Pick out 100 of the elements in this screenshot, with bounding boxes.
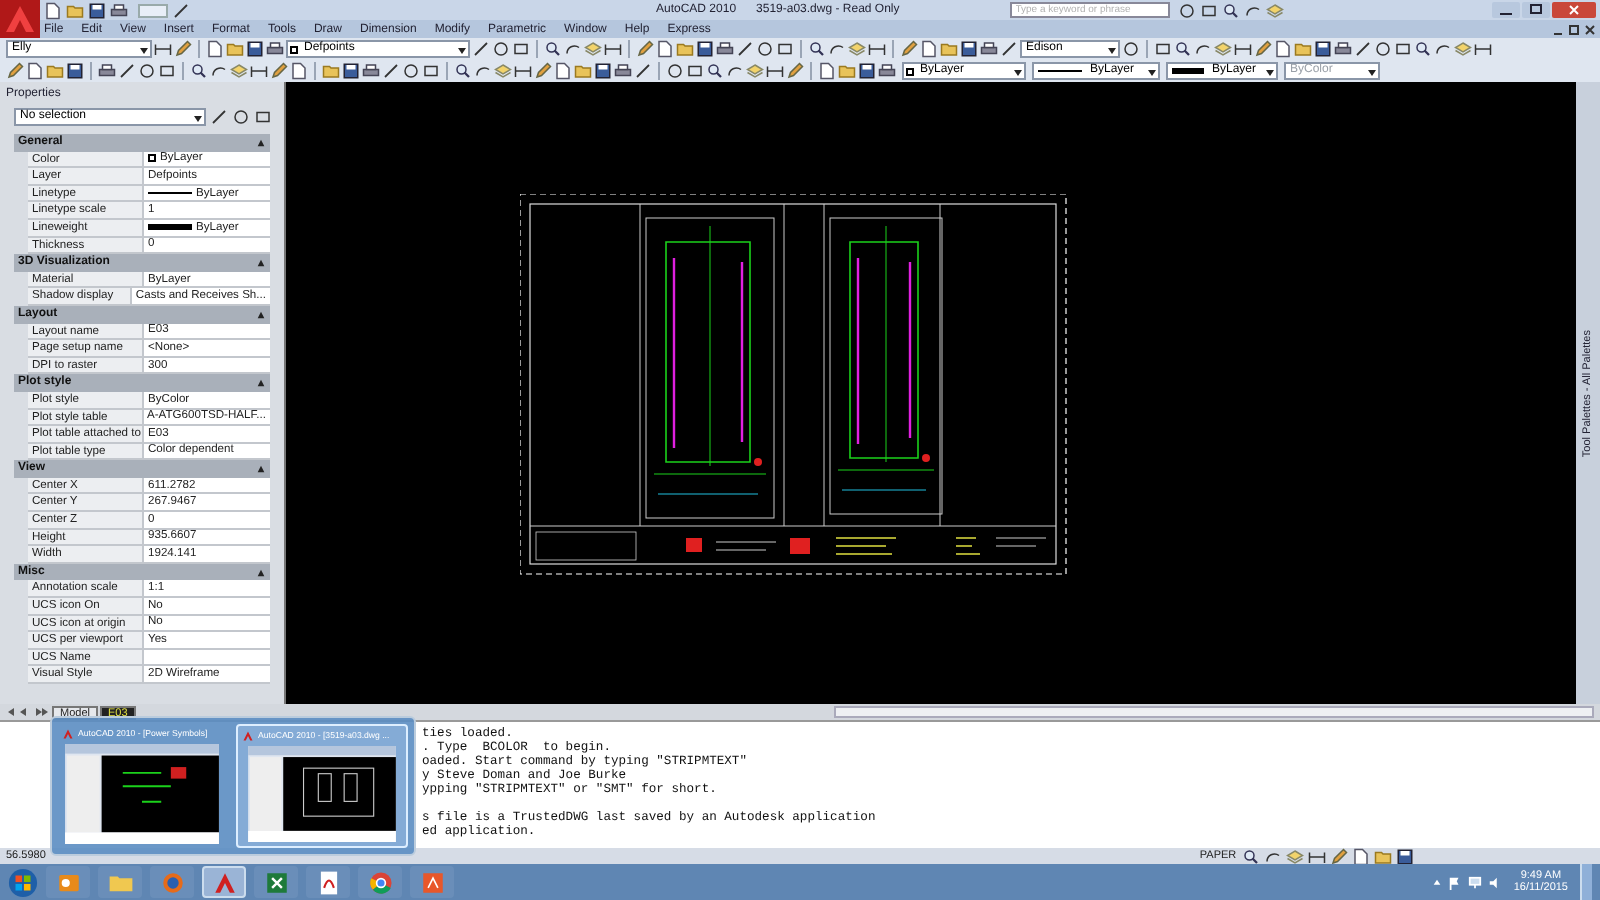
layers-icon[interactable] — [1286, 847, 1305, 865]
document-icon[interactable] — [315, 869, 341, 895]
printer-icon[interactable] — [614, 62, 632, 80]
magnifier-icon[interactable] — [1242, 847, 1261, 865]
magnifier-icon[interactable] — [808, 40, 826, 58]
line-icon[interactable] — [1354, 40, 1372, 58]
rectangle-icon[interactable] — [512, 40, 530, 58]
rectangle-icon[interactable] — [254, 108, 272, 126]
network-icon[interactable] — [1467, 875, 1482, 889]
printer-icon[interactable] — [980, 40, 998, 58]
magnifier-icon[interactable] — [454, 62, 472, 80]
mail-icon[interactable] — [55, 869, 81, 895]
printer-icon[interactable] — [878, 62, 896, 80]
magnifier-icon[interactable] — [190, 62, 208, 80]
dimension-icon[interactable] — [154, 40, 172, 58]
dimension-icon[interactable] — [1474, 40, 1492, 58]
magnifier-icon[interactable] — [1414, 40, 1432, 58]
caret-icon — [256, 137, 266, 148]
caret-icon[interactable] — [1431, 877, 1442, 887]
arc-icon[interactable] — [1264, 847, 1283, 865]
color-swatch — [290, 45, 298, 53]
tab-scroll-icon[interactable] — [6, 706, 50, 718]
rectangle-icon[interactable] — [1154, 40, 1172, 58]
circle-icon[interactable] — [756, 40, 774, 58]
rectangle-icon[interactable] — [422, 62, 440, 80]
start-button[interactable] — [8, 867, 38, 897]
rectangle-icon[interactable] — [776, 40, 794, 58]
printer-icon[interactable] — [98, 62, 116, 80]
dimension-icon[interactable] — [514, 62, 532, 80]
lineweight-sample — [1172, 68, 1204, 74]
rectangle-icon[interactable] — [158, 62, 176, 80]
dimension-icon[interactable] — [1234, 40, 1252, 58]
linetype-sample — [148, 192, 192, 195]
line-icon[interactable] — [1000, 40, 1018, 58]
caret-icon — [1146, 65, 1158, 77]
magnifier-icon[interactable] — [1221, 1, 1240, 19]
line-icon[interactable] — [736, 40, 754, 58]
line-icon[interactable] — [634, 62, 652, 80]
cad-app-icon — [242, 730, 254, 742]
printer-icon[interactable] — [1334, 40, 1352, 58]
circle-icon[interactable] — [1374, 40, 1392, 58]
arc-icon[interactable] — [726, 62, 744, 80]
minimize-button[interactable] — [1492, 2, 1520, 18]
dimension-icon[interactable] — [766, 62, 784, 80]
printer-icon[interactable] — [110, 1, 128, 19]
line-icon[interactable] — [172, 1, 190, 19]
magnifier-icon[interactable] — [1174, 40, 1192, 58]
dimension-icon[interactable] — [868, 40, 886, 58]
flag-icon[interactable] — [1447, 875, 1462, 889]
spreadsheet-icon[interactable] — [263, 869, 289, 895]
printer-icon[interactable] — [362, 62, 380, 80]
circle-icon[interactable] — [492, 40, 510, 58]
linetype-sample — [1038, 70, 1082, 72]
line-icon[interactable] — [472, 40, 490, 58]
dimension-icon[interactable] — [1308, 847, 1327, 865]
line-icon[interactable] — [118, 62, 136, 80]
arc-icon[interactable] — [474, 62, 492, 80]
arc-icon[interactable] — [210, 62, 228, 80]
dimension-icon[interactable] — [604, 40, 622, 58]
caret-icon — [138, 43, 150, 55]
printer-icon[interactable] — [266, 40, 284, 58]
circle-icon[interactable] — [402, 62, 420, 80]
rectangle-icon[interactable] — [686, 62, 704, 80]
close-button[interactable] — [1552, 2, 1596, 18]
horizontal-scrollbar[interactable] — [834, 706, 1594, 718]
circle-icon[interactable] — [232, 108, 250, 126]
printer-icon[interactable] — [716, 40, 734, 58]
maximize-button[interactable] — [1522, 2, 1550, 18]
magnifier-icon[interactable] — [544, 40, 562, 58]
caret-icon — [256, 257, 266, 268]
circle-icon[interactable] — [138, 62, 156, 80]
caret-icon — [456, 43, 468, 55]
rectangle-icon[interactable] — [1199, 1, 1218, 19]
arc-icon[interactable] — [1434, 40, 1452, 58]
circle-icon[interactable] — [1177, 1, 1196, 19]
caret-icon — [256, 378, 266, 389]
dimension-icon[interactable] — [250, 62, 268, 80]
arc-icon[interactable] — [1194, 40, 1212, 58]
line-icon[interactable] — [382, 62, 400, 80]
arc-icon[interactable] — [1243, 1, 1262, 19]
caret-icon — [256, 567, 266, 578]
line-icon[interactable] — [210, 108, 228, 126]
maximize-button[interactable] — [1568, 23, 1580, 35]
circle-icon[interactable] — [666, 62, 684, 80]
magnifier-icon[interactable] — [706, 62, 724, 80]
caret-icon — [192, 111, 204, 123]
window-thumbnail[interactable] — [62, 744, 222, 844]
lineweight-sample — [148, 224, 192, 231]
cad-app-icon[interactable] — [211, 869, 237, 895]
arc-icon[interactable] — [828, 40, 846, 58]
caret-icon — [1106, 43, 1118, 55]
arc-icon[interactable] — [564, 40, 582, 58]
window-thumbnail[interactable] — [242, 746, 402, 842]
caret-icon — [1264, 65, 1276, 77]
browser-icon[interactable] — [367, 869, 393, 895]
rectangle-icon[interactable] — [1394, 40, 1412, 58]
speaker-icon[interactable] — [1487, 875, 1502, 889]
close-button[interactable] — [1584, 23, 1596, 35]
presentation-icon[interactable] — [419, 869, 445, 895]
circle-icon[interactable] — [1122, 40, 1140, 58]
